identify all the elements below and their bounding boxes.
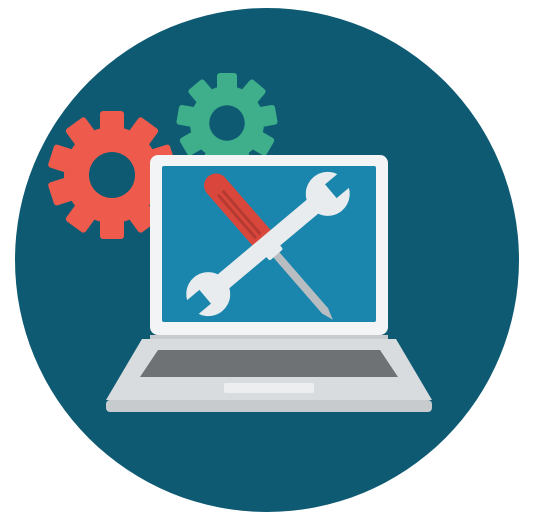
laptop-icon bbox=[106, 155, 432, 412]
laptop-maintenance-icon bbox=[15, 8, 519, 512]
trackpad bbox=[224, 383, 314, 393]
keyboard-panel bbox=[140, 350, 398, 377]
illustration bbox=[0, 0, 534, 515]
gear-hole bbox=[209, 105, 245, 141]
gear-hole bbox=[88, 151, 136, 199]
laptop-base-lip bbox=[106, 400, 432, 412]
